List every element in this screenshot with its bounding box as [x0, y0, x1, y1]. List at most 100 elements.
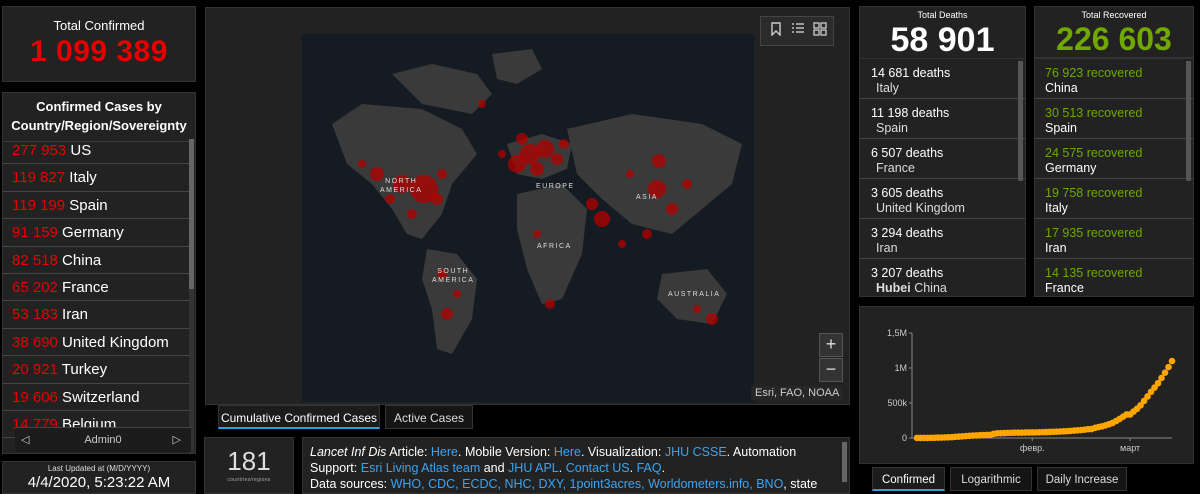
country-list-scrollbar[interactable]: [189, 139, 194, 453]
countries-count-panel: 181 countries/regions: [204, 437, 294, 494]
countries-count-label: countries/regions: [227, 477, 271, 483]
country-row[interactable]: 20 921 Turkey: [3, 356, 189, 384]
country-row[interactable]: 82 518 China: [3, 247, 189, 274]
country-row[interactable]: 65 202 France: [3, 274, 189, 302]
recovered-count: 76 923 recovered: [1045, 66, 1143, 80]
deaths-location: Hubei China: [876, 281, 947, 295]
info-link[interactable]: Here: [554, 445, 581, 459]
tab-active-cases[interactable]: Active Cases: [385, 405, 473, 429]
deaths-row[interactable]: 11 198 deaths Spain: [860, 99, 1025, 139]
label-africa: AFRICA: [537, 243, 572, 250]
info-scrollbar[interactable]: [842, 442, 847, 482]
map-panel[interactable]: NORTH AMERICA SOUTH AMERICA EUROPE AFRICA …: [205, 7, 850, 405]
info-panel: Lancet Inf Dis Article: Here. Mobile Ver…: [302, 437, 850, 494]
info-link[interactable]: Here: [431, 445, 458, 459]
deaths-row[interactable]: 3 207 deaths Hubei China: [860, 259, 1025, 296]
deaths-count: 11 198 deaths: [871, 106, 950, 120]
country-row[interactable]: 19 606 Switzerland: [3, 384, 189, 411]
country-cases: 91 159: [12, 224, 58, 242]
deaths-location: Iran: [876, 241, 898, 255]
recovered-row[interactable]: 24 575 recovered Germany: [1035, 139, 1193, 179]
info-text-part: , state: [783, 477, 818, 491]
countries-count-value: 181: [227, 446, 271, 476]
deaths-location: Spain: [876, 121, 908, 135]
country-cases: 53 183: [12, 306, 58, 324]
deaths-list[interactable]: 14 681 deaths Italy 11 198 deaths Spain 6 50…: [859, 58, 1026, 297]
deaths-count: 6 507 deaths: [871, 146, 944, 160]
country-cases: 82 518: [12, 251, 58, 269]
info-link[interactable]: JHU CSSE: [665, 445, 727, 459]
recovered-row[interactable]: 76 923 recovered China: [1035, 59, 1193, 99]
country-row[interactable]: 91 159 Germany: [3, 219, 189, 247]
y-tick-label: 1,5M: [887, 328, 907, 338]
recovered-row[interactable]: 30 513 recovered Spain: [1035, 99, 1193, 139]
scrollbar-thumb[interactable]: [189, 139, 194, 289]
list-icon[interactable]: [790, 22, 806, 38]
deaths-location: United Kingdom: [876, 201, 965, 215]
country-row[interactable]: 119 199 Spain: [3, 192, 189, 220]
bookmark-icon[interactable]: [768, 22, 784, 38]
total-confirmed-panel: Total Confirmed 1 099 389: [2, 6, 196, 82]
total-confirmed-label: Total Confirmed: [53, 18, 145, 33]
deaths-row[interactable]: 3 605 deaths United Kingdom: [860, 179, 1025, 219]
country-cases: 119 199: [12, 196, 66, 214]
x-tick-label: февр.: [1020, 443, 1045, 453]
x-tick-label: март: [1120, 443, 1140, 453]
world-map-svg: [332, 49, 742, 354]
tab-logarithmic[interactable]: Logarithmic: [950, 467, 1032, 491]
chevron-right-icon[interactable]: ▷: [173, 428, 181, 452]
country-name: Iran: [57, 306, 88, 324]
info-link[interactable]: WHO, CDC, ECDC, NHC, DXY, 1point3acres, …: [391, 477, 784, 491]
confirmed-by-country-panel: Confirmed Cases by Country/Region/Sovere…: [2, 92, 196, 454]
country-list[interactable]: 277 953 US 119 827 Italy 119 199 Spain 91 1…: [3, 137, 189, 453]
deaths-count: 3 294 deaths: [871, 226, 944, 240]
label-north-america: NORTH AMERICA: [380, 178, 423, 194]
data-point: [1165, 363, 1172, 371]
recovered-row[interactable]: 14 135 recovered France: [1035, 259, 1193, 296]
y-tick-label: 0: [902, 433, 907, 443]
country-list-header: Confirmed Cases by Country/Region/Sovere…: [3, 93, 195, 142]
country-name: Spain: [65, 196, 108, 214]
info-link[interactable]: Esri Living Atlas team: [361, 461, 481, 475]
country-row[interactable]: 277 953 US: [3, 137, 189, 165]
tab-cumulative-confirmed[interactable]: Cumulative Confirmed Cases: [218, 405, 380, 429]
country-row[interactable]: 53 183 Iran: [3, 301, 189, 329]
recovered-list[interactable]: 76 923 recovered China 30 513 recovered Spa…: [1034, 58, 1194, 297]
recovered-location: Spain: [1045, 121, 1077, 135]
zoom-out-button[interactable]: −: [819, 358, 843, 382]
recovered-count: 30 513 recovered: [1045, 106, 1143, 120]
deaths-count: 14 681 deaths: [871, 66, 951, 80]
country-row[interactable]: 119 827 Italy: [3, 164, 189, 192]
info-text-part: . Mobile Version:: [458, 445, 554, 459]
country-name: US: [66, 142, 92, 159]
deaths-row[interactable]: 14 681 deaths Italy: [860, 59, 1025, 99]
info-link[interactable]: FAQ: [637, 461, 662, 475]
qr-code-icon[interactable]: [812, 22, 828, 38]
world-map[interactable]: [302, 34, 754, 402]
label-australia: AUSTRALIA: [668, 291, 721, 298]
recovered-row[interactable]: 17 935 recovered Iran: [1035, 219, 1193, 259]
info-text-part: . Visualization:: [580, 445, 665, 459]
country-name: Turkey: [57, 361, 108, 379]
tab-daily-increase[interactable]: Daily Increase: [1037, 467, 1127, 491]
chevron-left-icon[interactable]: ◁: [21, 428, 29, 452]
deaths-list-scrollbar[interactable]: [1018, 61, 1023, 181]
confirmed-chart-panel: 0 500k 1M 1,5M февр. март: [859, 306, 1194, 464]
info-link[interactable]: JHU APL: [508, 461, 559, 475]
recovered-list-scrollbar[interactable]: [1186, 61, 1191, 181]
zoom-in-button[interactable]: +: [819, 333, 843, 357]
info-link[interactable]: Contact US: [566, 461, 630, 475]
recovered-row[interactable]: 19 758 recovered Italy: [1035, 179, 1193, 219]
recovered-location: Iran: [1045, 241, 1067, 255]
y-tick-label: 500k: [887, 398, 907, 408]
confirmed-chart: 0 500k 1M 1,5M февр. март: [887, 328, 1176, 453]
last-updated-panel: Last Updated at (M/D/YYYY) 4/4/2020, 5:2…: [2, 461, 196, 494]
deaths-row[interactable]: 3 294 deaths Iran: [860, 219, 1025, 259]
recovered-location: Italy: [1045, 201, 1068, 215]
deaths-row[interactable]: 6 507 deaths France: [860, 139, 1025, 179]
country-row[interactable]: 38 690 United Kingdom: [3, 329, 189, 357]
y-tick-label: 1M: [894, 363, 907, 373]
recovered-count: 14 135 recovered: [1045, 266, 1143, 280]
tab-confirmed[interactable]: Confirmed: [872, 467, 945, 491]
total-recovered-panel: Total Recovered 226 603: [1034, 6, 1194, 58]
